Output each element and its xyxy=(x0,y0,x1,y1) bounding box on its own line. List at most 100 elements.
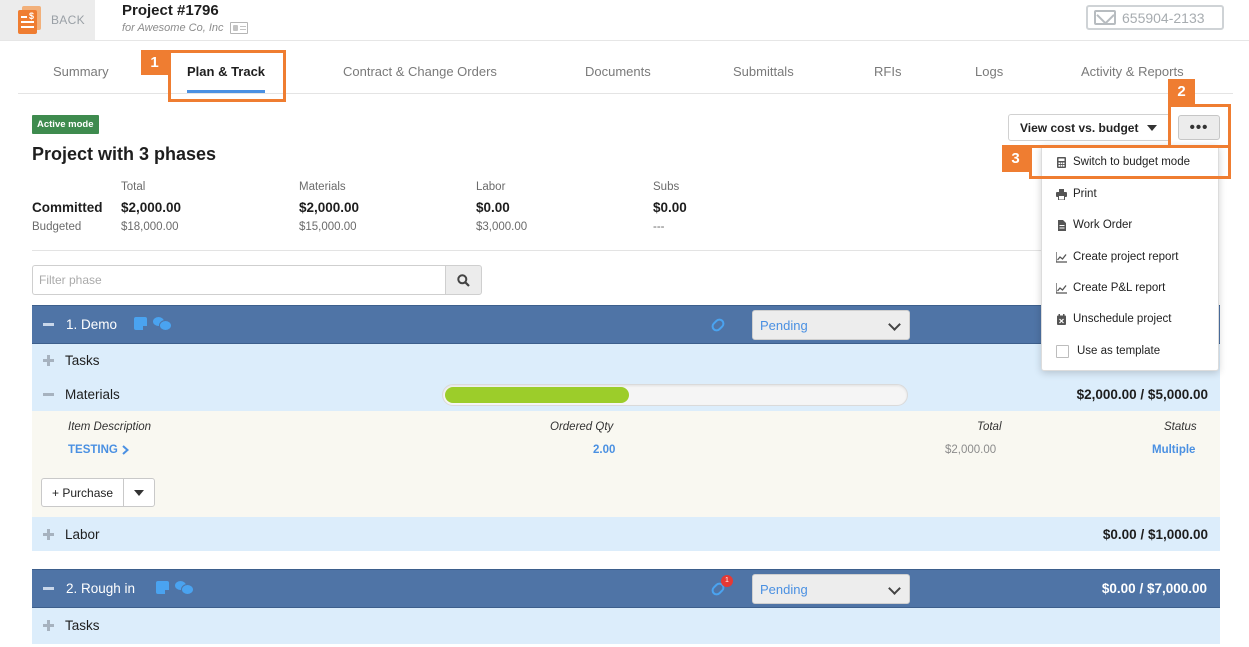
col-status: Status xyxy=(1164,421,1197,433)
menu-create-project-report[interactable]: Create project report xyxy=(1042,243,1218,271)
menu-item-label: Unschedule project xyxy=(1073,313,1172,325)
chevron-down-icon xyxy=(888,582,901,595)
material-qty: 2.00 xyxy=(593,444,616,456)
collapse-icon[interactable] xyxy=(43,587,54,590)
stat-labor-budgeted: $3,000.00 xyxy=(476,221,528,233)
callout-number-3: 3 xyxy=(1002,145,1029,172)
chat-icon[interactable] xyxy=(153,317,172,331)
purchase-dropdown-toggle[interactable] xyxy=(124,479,154,506)
stat-materials-budgeted: $15,000.00 xyxy=(299,221,357,233)
checkbox-icon[interactable] xyxy=(1056,344,1069,358)
tab-plan-track[interactable]: Plan & Track xyxy=(187,64,266,93)
filter-phase-input[interactable] xyxy=(32,265,446,295)
back-button[interactable]: $ BACK xyxy=(0,0,95,40)
filter-search-button[interactable] xyxy=(445,265,482,295)
menu-unschedule-project[interactable]: Unschedule project xyxy=(1042,305,1218,333)
committed-row-label: Committed xyxy=(32,200,103,215)
phase-icons xyxy=(156,581,194,595)
caret-down-icon xyxy=(1147,124,1158,131)
phase-name: 2. Rough in xyxy=(66,581,136,596)
more-options-menu: Switch to budget mode Print Work Order C… xyxy=(1041,145,1219,371)
tab-logs[interactable]: Logs xyxy=(975,64,1003,79)
tab-documents[interactable]: Documents xyxy=(585,64,651,79)
summary-divider xyxy=(32,250,1042,251)
expand-icon[interactable] xyxy=(43,355,54,366)
project-client: for Awesome Co, Inc xyxy=(122,22,248,34)
top-bar: $ BACK Project #1796 for Awesome Co, Inc… xyxy=(0,0,1249,41)
menu-item-label: Work Order xyxy=(1073,219,1133,231)
envelope-icon xyxy=(1094,10,1116,25)
materials-table: Item Description Ordered Qty Total Statu… xyxy=(32,411,1220,517)
phase-status-value: Pending xyxy=(760,581,808,597)
stat-subs-label: Subs xyxy=(653,181,680,193)
printer-icon xyxy=(1056,188,1067,200)
note-icon[interactable] xyxy=(156,581,169,594)
menu-item-label: Create P&L report xyxy=(1073,282,1166,294)
view-cost-vs-budget-dropdown[interactable]: View cost vs. budget xyxy=(1008,114,1171,141)
view-cost-vs-budget-label: View cost vs. budget xyxy=(1020,120,1139,135)
phase-amount: $0.00 / $7,000.00 xyxy=(1101,581,1207,596)
project-title: Project #1796 xyxy=(122,2,219,19)
page-title: Project with 3 phases xyxy=(32,144,217,164)
material-item-link[interactable]: TESTING xyxy=(68,444,129,456)
invoice-doc-icon: $ xyxy=(18,6,41,34)
phase-header[interactable]: 2. Rough in 1 Pending $0.00 / $7,000.00 xyxy=(32,569,1220,608)
stat-labor-committed: $0.00 xyxy=(476,200,510,215)
collapse-icon[interactable] xyxy=(43,323,54,326)
purchase-button[interactable]: + Purchase xyxy=(42,479,125,506)
menu-create-pl-report[interactable]: Create P&L report xyxy=(1042,274,1218,302)
menu-switch-budget-mode[interactable]: Switch to budget mode xyxy=(1042,148,1218,176)
stat-total-committed: $2,000.00 xyxy=(121,200,182,215)
callout-number-2: 2 xyxy=(1168,79,1195,104)
tasks-label: Tasks xyxy=(65,618,100,633)
col-item-description: Item Description xyxy=(68,421,152,433)
expand-icon[interactable] xyxy=(43,620,54,631)
project-client-name: for Awesome Co, Inc xyxy=(122,22,224,34)
tab-contract-change-orders[interactable]: Contract & Change Orders xyxy=(343,64,497,79)
note-icon[interactable] xyxy=(134,317,147,330)
menu-item-label: Switch to budget mode xyxy=(1073,156,1190,168)
stat-subs-committed: $0.00 xyxy=(653,200,687,215)
tasks-label: Tasks xyxy=(65,353,100,368)
budgeted-row-label: Budgeted xyxy=(32,221,82,233)
phase-status-select[interactable]: Pending xyxy=(752,574,910,604)
labor-amount: $0.00 / $1,000.00 xyxy=(1102,527,1208,542)
svg-text:$: $ xyxy=(29,11,34,21)
material-status-link[interactable]: Multiple xyxy=(1152,444,1195,456)
phase-status-value: Pending xyxy=(760,317,808,333)
menu-use-as-template[interactable]: Use as template xyxy=(1042,337,1218,365)
stat-subs-budgeted: --- xyxy=(653,221,665,233)
purchase-button-group: + Purchase xyxy=(41,478,156,507)
search-icon xyxy=(457,273,470,287)
menu-item-label: Print xyxy=(1073,188,1097,200)
chevron-down-icon xyxy=(888,318,901,331)
menu-print[interactable]: Print xyxy=(1042,180,1218,208)
document-icon xyxy=(1058,219,1066,231)
labor-section[interactable]: Labor $0.00 / $1,000.00 xyxy=(32,517,1220,551)
link-icon[interactable] xyxy=(709,316,727,334)
materials-progress-fill xyxy=(445,387,629,403)
tab-rfis[interactable]: RFIs xyxy=(874,64,901,79)
active-mode-badge: Active mode xyxy=(32,115,99,134)
col-total: Total xyxy=(977,421,1002,433)
tab-submittals[interactable]: Submittals xyxy=(733,64,794,79)
chat-icon[interactable] xyxy=(175,581,194,595)
collapse-icon[interactable] xyxy=(43,393,54,396)
materials-label: Materials xyxy=(65,387,120,402)
stat-total-label: Total xyxy=(121,181,146,193)
tab-activity-reports[interactable]: Activity & Reports xyxy=(1081,64,1184,79)
menu-item-label: Use as template xyxy=(1077,345,1161,357)
back-label: BACK xyxy=(51,13,85,27)
phase-status-select[interactable]: Pending xyxy=(752,310,910,340)
phone-display[interactable]: 655904-2133 xyxy=(1086,5,1224,30)
more-options-button[interactable]: ••• xyxy=(1178,115,1220,140)
expand-icon[interactable] xyxy=(43,529,54,540)
menu-item-label: Create project report xyxy=(1073,251,1179,263)
material-item-name: TESTING xyxy=(68,444,118,456)
chevron-right-icon xyxy=(122,445,129,455)
phone-number: 655904-2133 xyxy=(1122,9,1205,26)
contact-card-icon[interactable] xyxy=(229,22,248,34)
menu-work-order[interactable]: Work Order xyxy=(1042,211,1218,239)
tasks-section[interactable]: Tasks xyxy=(32,608,1220,644)
tab-summary[interactable]: Summary xyxy=(53,64,109,79)
